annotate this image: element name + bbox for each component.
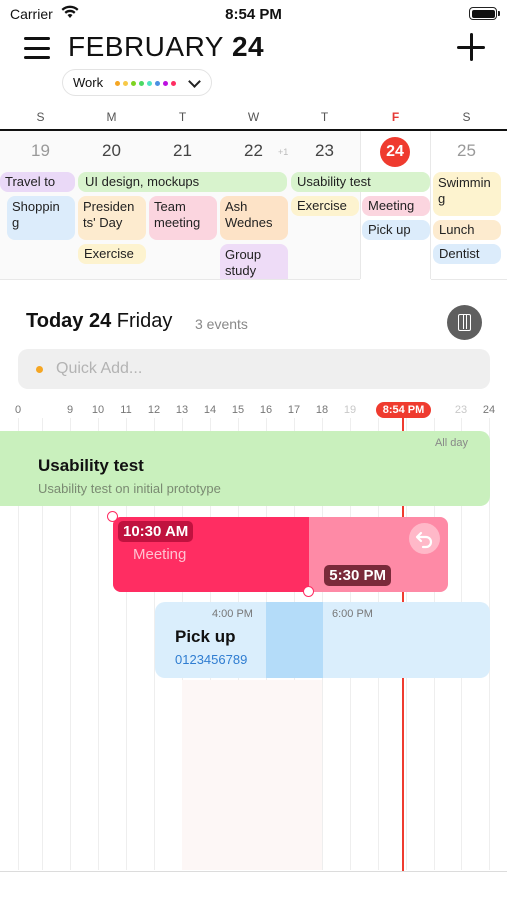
event-usability-test[interactable]: Usability test Usability test on initial…: [0, 431, 490, 506]
today-heading: Today 24 Friday: [26, 310, 172, 333]
event-title: Pick up: [175, 627, 236, 646]
quick-add-placeholder: Quick Add...: [56, 360, 143, 377]
quick-add-input[interactable]: Quick Add...: [18, 349, 490, 389]
event-start-time: 10:30 AM: [118, 521, 194, 542]
resize-handle-start[interactable]: [107, 511, 118, 522]
filter-label: Work: [73, 75, 104, 90]
day-19[interactable]: 19: [5, 141, 76, 161]
title-day: 24: [231, 31, 265, 62]
color-dot: [163, 81, 168, 86]
title-month: FEBRUARY: [68, 31, 224, 62]
week-event-pickup[interactable]: Pick up: [362, 220, 430, 240]
week-event-exercise-mon[interactable]: Exercise: [78, 244, 146, 264]
hour-label: 17: [287, 404, 301, 416]
day-21[interactable]: 21: [147, 141, 218, 161]
week-event-group-study[interactable]: Group study: [220, 244, 288, 279]
status-time: 8:54 PM: [225, 6, 282, 23]
today-date: 24: [88, 310, 112, 332]
event-meeting[interactable]: 10:30 AM Meeting 5:30 PM: [113, 517, 448, 592]
weekday-sat: S: [462, 110, 471, 124]
hour-label: 16: [259, 404, 273, 416]
day-24-today[interactable]: 24: [380, 137, 410, 167]
week-event-exercise-thu[interactable]: Exercise: [291, 196, 359, 216]
hour-label: 18: [315, 404, 329, 416]
week-event-team-meeting[interactable]: Team meeting: [149, 196, 217, 240]
menu-icon[interactable]: [24, 37, 50, 59]
week-event-ash-wednesday[interactable]: Ash Wednes: [220, 196, 288, 240]
week-event-shopping[interactable]: Shoppin g: [7, 196, 75, 240]
weekday-wed: W: [247, 110, 260, 124]
hour-label: 19: [343, 404, 357, 416]
calendar-color-dot: [36, 366, 43, 373]
calendar-filter[interactable]: Work: [62, 69, 212, 96]
event-pick-up[interactable]: 4:00 PM 6:00 PM Pick up 0123456789: [155, 602, 490, 678]
event-time-start: 4:00 PM: [212, 608, 253, 620]
color-dot: [147, 81, 152, 86]
today-label: Today: [26, 310, 84, 332]
hour-label: 13: [175, 404, 189, 416]
columns-icon: [458, 314, 471, 331]
week-event-ui-design[interactable]: UI design, mockups: [78, 172, 287, 192]
add-event-button[interactable]: [457, 33, 485, 61]
week-event-travel[interactable]: Travel to Je: [0, 172, 75, 192]
hour-label: 24: [482, 404, 496, 416]
hour-label: 0: [14, 404, 22, 416]
color-dot: [139, 81, 144, 86]
event-title: Meeting: [133, 546, 187, 563]
bottom-divider: [0, 871, 507, 872]
weekday-mon: M: [106, 110, 117, 124]
battery-tip: [498, 11, 500, 16]
week-event-usability[interactable]: Usability test: [291, 172, 430, 192]
week-bottom-line: [0, 279, 360, 280]
timeline-highlight: [182, 680, 322, 870]
color-dot: [155, 81, 160, 86]
event-count: 3 events: [195, 316, 248, 332]
view-toggle-button[interactable]: [447, 305, 482, 340]
week-event-dentist[interactable]: Dentist: [433, 244, 501, 264]
resize-handle-end[interactable]: [303, 586, 314, 597]
weekday-sun: S: [36, 110, 45, 124]
hour-label: 14: [203, 404, 217, 416]
hour-label: 23: [454, 404, 468, 416]
hour-label: 9: [66, 404, 74, 416]
event-time-end: 6:00 PM: [332, 608, 373, 620]
undo-icon: [415, 531, 433, 549]
color-dot: [123, 81, 128, 86]
day-20[interactable]: 20: [76, 141, 147, 161]
week-event-presidents-day[interactable]: Presiden ts' Day: [78, 196, 146, 240]
chevron-down-icon: [188, 75, 201, 88]
week-event-swimming[interactable]: Swimmin g: [433, 172, 501, 216]
day-25[interactable]: 25: [431, 141, 502, 161]
weekday-thu: T: [320, 110, 329, 124]
undo-button[interactable]: [409, 523, 440, 554]
event-phone-link[interactable]: 0123456789: [175, 652, 247, 667]
current-time-badge: 8:54 PM: [376, 402, 431, 418]
today-weekday: Friday: [116, 310, 173, 332]
color-dot: [115, 81, 120, 86]
day-23[interactable]: 23: [289, 141, 360, 161]
weekday-tue: T: [178, 110, 187, 124]
hour-label: 11: [120, 404, 132, 416]
color-dot: [131, 81, 136, 86]
page-title: FEBRUARY 24: [68, 31, 264, 63]
more-events-indicator: +1: [278, 147, 289, 157]
all-day-label: All day: [434, 437, 468, 449]
week-event-lunch[interactable]: Lunch: [433, 220, 501, 240]
calendar-color-dots: [115, 81, 179, 86]
status-bar: Carrier 8:54 PM: [0, 0, 507, 28]
week-bottom-line-right: [431, 279, 507, 280]
event-end-time: 5:30 PM: [324, 565, 391, 586]
weekday-fri: F: [391, 110, 400, 124]
week-event-meeting[interactable]: Meeting: [362, 196, 430, 216]
battery-icon: [469, 7, 497, 20]
hour-label: 12: [147, 404, 161, 416]
color-dot: [171, 81, 176, 86]
event-subtitle: Usability test on initial prototype: [38, 481, 221, 496]
hour-label: 15: [231, 404, 245, 416]
hour-label: 10: [91, 404, 105, 416]
event-pickup-highlight: [266, 602, 323, 678]
event-title: Usability test: [38, 456, 144, 475]
